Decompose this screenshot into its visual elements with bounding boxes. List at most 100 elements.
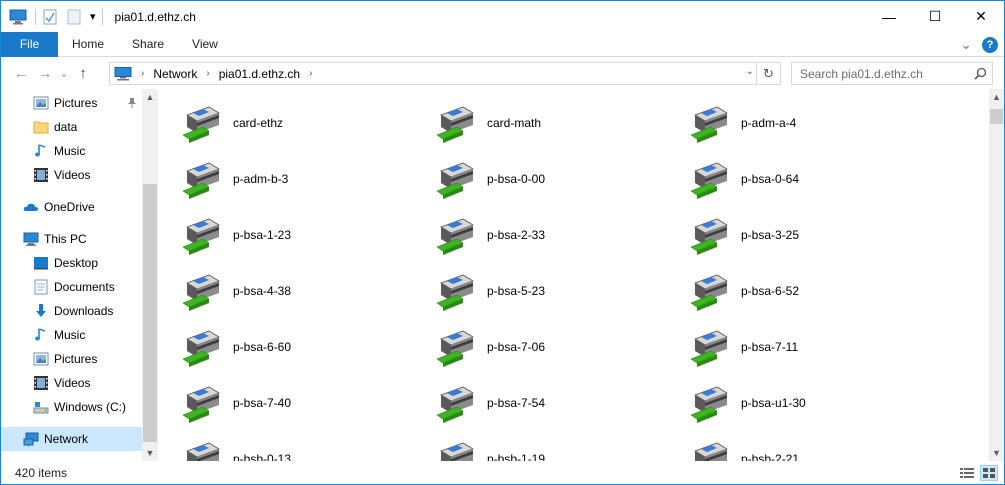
minimize-button[interactable]: — — [866, 1, 912, 32]
printer-item[interactable]: p-bsa-7-54 — [415, 381, 655, 425]
printer-icon — [433, 213, 479, 257]
printer-icon — [433, 437, 479, 461]
close-button[interactable]: ✕ — [958, 1, 1004, 32]
printer-icon — [687, 325, 733, 369]
search-input[interactable]: Search pia01.d.ethz.ch — [791, 62, 993, 85]
breadcrumb-server[interactable]: pia01.d.ethz.ch — [219, 67, 300, 81]
sidebar-item-downloads[interactable]: Downloads — [1, 299, 142, 323]
details-view-icon[interactable] — [958, 465, 976, 481]
printer-label: p-bsa-0-00 — [487, 172, 546, 186]
tab-share[interactable]: Share — [118, 32, 178, 57]
printer-item[interactable]: p-bsa-3-25 — [669, 213, 909, 257]
address-dropdown-icon[interactable]: ⌄ — [746, 66, 754, 77]
tab-home[interactable]: Home — [58, 32, 118, 57]
scroll-thumb[interactable] — [990, 109, 1003, 124]
printer-item[interactable]: p-bsa-0-64 — [669, 157, 909, 201]
large-icons-view-icon[interactable] — [980, 465, 998, 481]
printer-icon — [433, 269, 479, 313]
printer-label: p-bsa-6-52 — [741, 284, 800, 298]
sidebar-item-data[interactable]: data — [1, 115, 142, 139]
window-title: pia01.d.ethz.ch — [114, 9, 196, 24]
printer-icon — [687, 269, 733, 313]
content-scrollbar[interactable]: ▲ ▼ — [989, 89, 1004, 461]
printer-item[interactable]: p-bsa-4-38 — [161, 269, 401, 313]
printer-label: p-bsa-7-06 — [487, 340, 546, 354]
tab-file[interactable]: File — [1, 31, 58, 57]
printer-label: p-adm-a-4 — [741, 116, 797, 130]
sidebar-item-network[interactable]: Network — [1, 427, 142, 451]
printer-item[interactable]: p-bsa-6-52 — [669, 269, 909, 313]
printer-item[interactable]: p-bsa-6-60 — [161, 325, 401, 369]
sidebar-item-videos[interactable]: Videos — [1, 163, 142, 187]
nav-scroll-thumb[interactable] — [143, 184, 157, 442]
sidebar-item-documents[interactable]: Documents — [1, 275, 142, 299]
sidebar-item-desktop[interactable]: Desktop — [1, 251, 142, 275]
printer-list: card-ethz card-math p-adm-a-4 p-adm-b-3 p-bs… — [161, 89, 989, 461]
expand-ribbon-icon[interactable]: ⌄ — [960, 36, 972, 53]
scroll-down-arrow[interactable]: ▼ — [989, 445, 1004, 461]
printer-item[interactable]: card-math — [415, 101, 655, 145]
printer-item[interactable]: p-bsb-2-21 — [669, 437, 909, 461]
breadcrumb-separator[interactable]: › — [206, 68, 209, 79]
printer-item[interactable]: p-bsa-1-23 — [161, 213, 401, 257]
printer-item[interactable]: p-bsa-5-23 — [415, 269, 655, 313]
breadcrumb-separator[interactable]: › — [141, 68, 144, 79]
printer-label: p-bsa-0-64 — [741, 172, 800, 186]
forward-button[interactable]: → — [33, 62, 57, 86]
printer-icon — [179, 213, 225, 257]
nav-scroll-down-arrow[interactable]: ▼ — [142, 445, 158, 461]
printer-item[interactable]: p-bsa-2-33 — [415, 213, 655, 257]
sidebar-item-music[interactable]: Music — [1, 323, 142, 347]
up-button[interactable]: ↑ — [71, 62, 95, 86]
printer-icon — [179, 157, 225, 201]
printer-item[interactable]: p-bsa-7-40 — [161, 381, 401, 425]
sidebar-item-this-pc[interactable]: This PC — [1, 227, 142, 251]
recent-locations-button[interactable]: ⌄ — [57, 62, 71, 86]
sidebar-item-label: Windows (C:) — [54, 400, 127, 414]
pin-icon[interactable] — [127, 97, 137, 109]
sidebar-item-label: This PC — [44, 232, 87, 246]
address-bar[interactable]: › Network › pia01.d.ethz.ch › ⌄ ↻ — [109, 62, 781, 85]
sidebar-item-music[interactable]: Music — [1, 139, 142, 163]
sidebar-item-videos[interactable]: Videos — [1, 371, 142, 395]
network-icon — [23, 431, 39, 447]
customize-toolbar-dropdown[interactable]: ▾ — [90, 10, 96, 23]
sidebar-item-label: Desktop — [54, 256, 99, 270]
sidebar-item-label: Music — [54, 144, 86, 158]
printer-item[interactable]: p-bsb-0-13 — [161, 437, 401, 461]
sidebar-item-pictures[interactable]: Pictures — [1, 91, 142, 115]
printer-label: p-bsa-3-25 — [741, 228, 800, 242]
sidebar-item-onedrive[interactable]: OneDrive — [1, 195, 142, 219]
computer-icon[interactable] — [9, 9, 27, 25]
new-folder-icon[interactable] — [66, 9, 84, 25]
sidebar-item-pictures[interactable]: Pictures — [1, 347, 142, 371]
printer-item[interactable]: card-ethz — [161, 101, 401, 145]
maximize-button[interactable]: ☐ — [912, 1, 958, 32]
printer-item[interactable]: p-bsa-0-00 — [415, 157, 655, 201]
nav-scrollbar[interactable]: ▲ ▼ — [142, 89, 158, 461]
breadcrumb-network[interactable]: Network — [153, 67, 197, 81]
printer-label: p-bsa-1-23 — [233, 228, 292, 242]
tab-view[interactable]: View — [178, 32, 232, 57]
back-button[interactable]: ← — [9, 62, 33, 86]
videos-icon — [33, 375, 49, 391]
breadcrumb-separator[interactable]: › — [309, 68, 312, 79]
help-icon[interactable]: ? — [982, 36, 998, 53]
printer-item[interactable]: p-bsb-1-19 — [415, 437, 655, 461]
printer-item[interactable]: p-adm-a-4 — [669, 101, 909, 145]
scroll-up-arrow[interactable]: ▲ — [989, 89, 1004, 105]
desktop-icon — [33, 255, 49, 271]
printer-label: p-bsa-2-33 — [487, 228, 546, 242]
search-icon[interactable] — [974, 67, 987, 80]
nav-scroll-up-arrow[interactable]: ▲ — [142, 89, 158, 105]
music-icon — [33, 143, 49, 159]
printer-item[interactable]: p-bsa-7-11 — [669, 325, 909, 369]
refresh-button[interactable]: ↻ — [756, 63, 780, 84]
printer-icon — [687, 101, 733, 145]
item-count: 420 items — [15, 465, 68, 480]
printer-item[interactable]: p-bsa-7-06 — [415, 325, 655, 369]
sidebar-item-windows-c[interactable]: Windows (C:) — [1, 395, 142, 419]
printer-item[interactable]: p-bsa-u1-30 — [669, 381, 909, 425]
printer-item[interactable]: p-adm-b-3 — [161, 157, 401, 201]
properties-icon[interactable] — [42, 9, 60, 25]
